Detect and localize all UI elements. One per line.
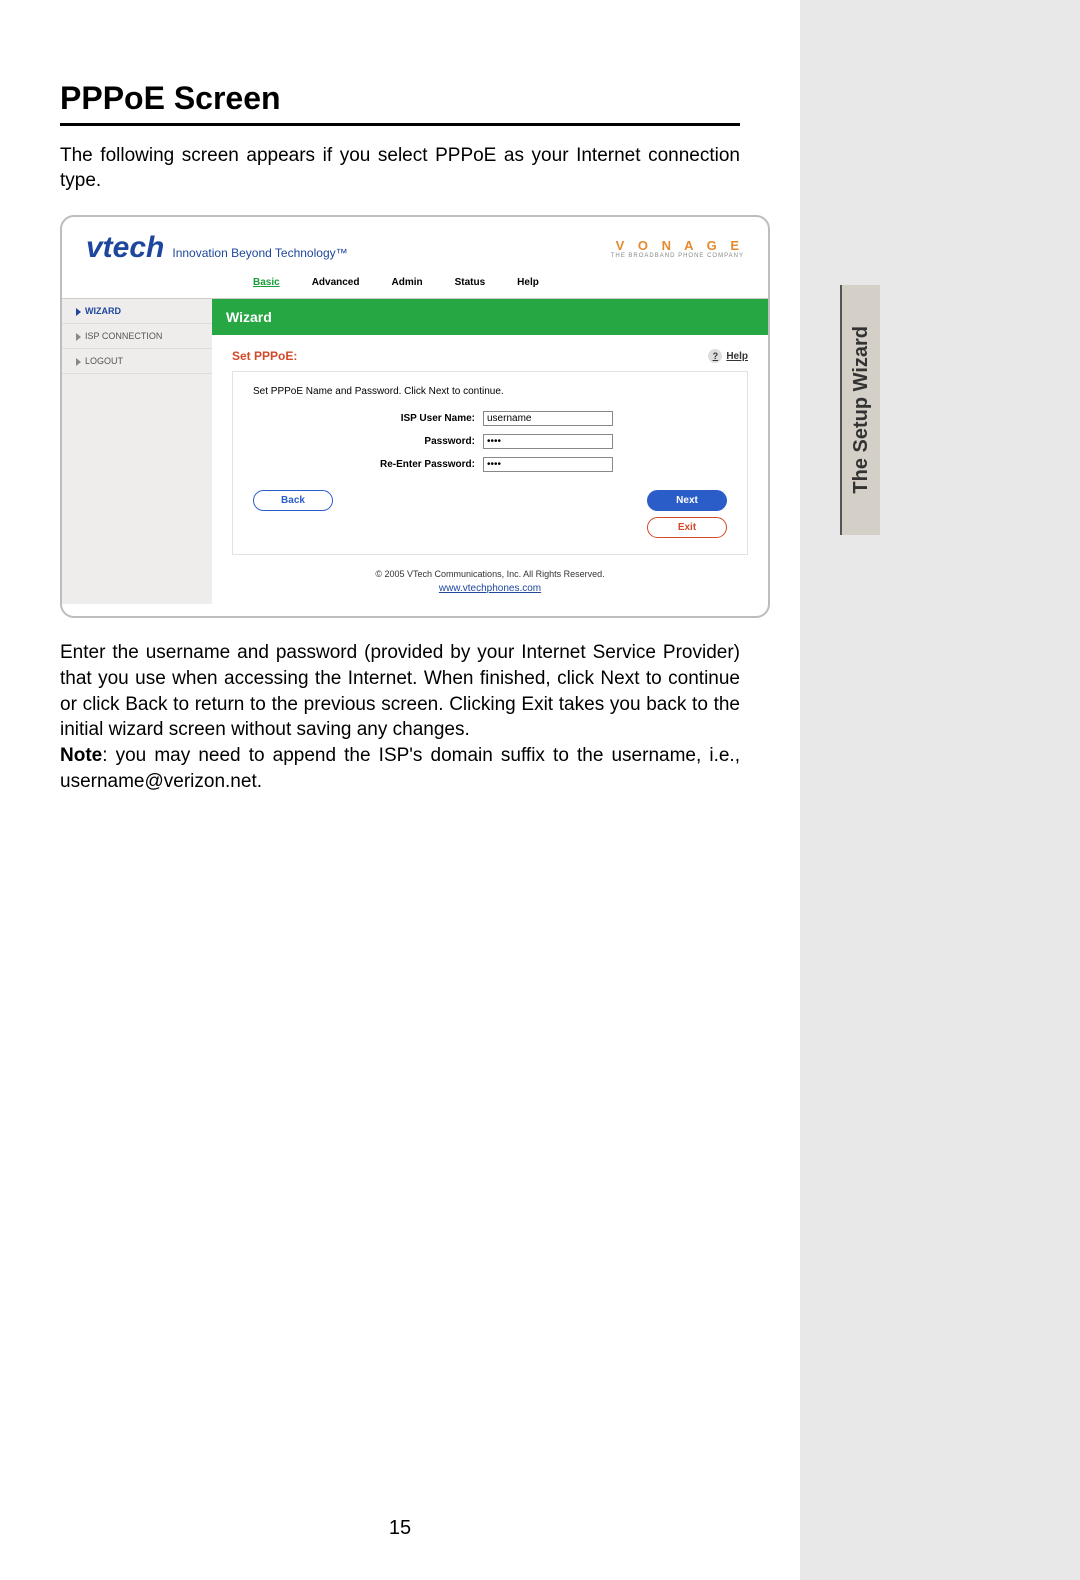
- footer-link[interactable]: www.vtechphones.com: [232, 583, 748, 594]
- form-instruction: Set PPPoE Name and Password. Click Next …: [253, 386, 727, 397]
- wizard-header: Wizard: [212, 299, 768, 335]
- sidebar-item-isp[interactable]: ISP CONNECTION: [62, 324, 212, 349]
- vonage-subtitle: THE BROADBAND PHONE COMPANY: [611, 253, 744, 259]
- nav-help[interactable]: Help: [501, 271, 555, 294]
- arrow-icon: [76, 333, 81, 341]
- brand-tagline: Innovation Beyond Technology™: [172, 246, 347, 260]
- arrow-icon: [76, 358, 81, 366]
- password-label: Password:: [253, 436, 483, 447]
- password-input[interactable]: [483, 434, 613, 449]
- nav-status[interactable]: Status: [439, 271, 502, 294]
- sidebar-label: ISP CONNECTION: [85, 331, 162, 341]
- exit-button[interactable]: Exit: [647, 517, 727, 538]
- repassword-label: Re-Enter Password:: [253, 459, 483, 470]
- nav-admin[interactable]: Admin: [375, 271, 438, 294]
- intro-text: The following screen appears if you sele…: [60, 144, 740, 193]
- copyright-text: © 2005 VTech Communications, Inc. All Ri…: [232, 569, 748, 579]
- username-label: ISP User Name:: [253, 413, 483, 424]
- page-title: PPPoE Screen: [60, 80, 740, 126]
- page-number: 15: [0, 1517, 800, 1540]
- back-button[interactable]: Back: [253, 490, 333, 511]
- top-nav: Basic Advanced Admin Status Help: [62, 271, 768, 294]
- section-title: Set PPPoE:: [232, 349, 297, 363]
- next-button[interactable]: Next: [647, 490, 727, 511]
- sidebar-item-logout[interactable]: LOGOUT: [62, 349, 212, 374]
- vtech-logo: vtech: [86, 231, 164, 265]
- arrow-icon: [76, 308, 81, 316]
- repassword-input[interactable]: [483, 457, 613, 472]
- vonage-logo: V O N A G E: [611, 238, 744, 253]
- help-link[interactable]: ? Help: [708, 349, 748, 363]
- nav-basic[interactable]: Basic: [237, 271, 296, 294]
- help-label: Help: [726, 351, 748, 362]
- username-input[interactable]: [483, 411, 613, 426]
- sidebar-item-wizard[interactable]: WIZARD: [62, 299, 212, 324]
- sidebar-label: WIZARD: [85, 306, 121, 316]
- question-icon: ?: [708, 349, 722, 363]
- instruction-paragraph: Enter the username and password (provide…: [60, 640, 740, 794]
- nav-advanced[interactable]: Advanced: [296, 271, 376, 294]
- chapter-tab: The Setup Wizard: [840, 285, 880, 535]
- sidebar: WIZARD ISP CONNECTION LOGOUT: [62, 299, 212, 604]
- screenshot-frame: vtech Innovation Beyond Technology™ V O …: [60, 215, 770, 618]
- sidebar-label: LOGOUT: [85, 356, 123, 366]
